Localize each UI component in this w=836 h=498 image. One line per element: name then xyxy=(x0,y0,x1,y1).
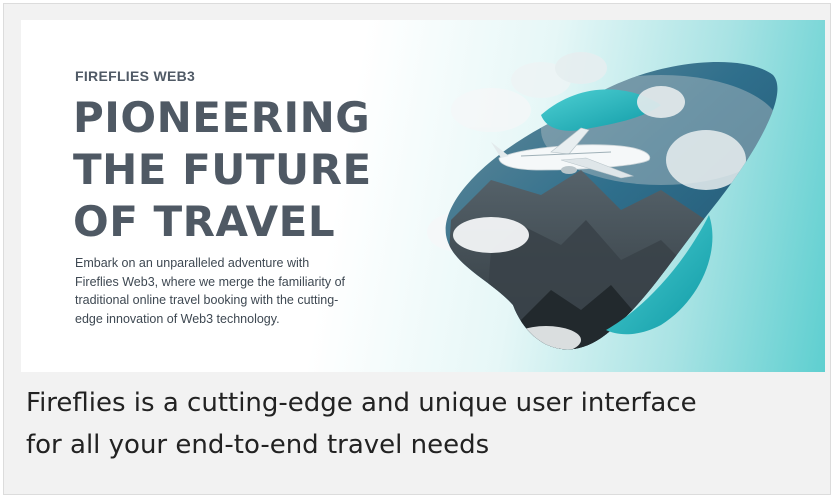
brand-eyebrow: FIREFLIES WEB3 xyxy=(75,68,196,84)
description-line: traditional online travel booking with t… xyxy=(75,293,339,307)
headline-line: PIONEERING xyxy=(73,93,371,142)
image-caption: Fireflies is a cutting-edge and unique u… xyxy=(26,382,816,466)
description-line: Embark on an unparalleled adventure with xyxy=(75,256,310,270)
headline-line: THE FUTURE xyxy=(73,145,372,194)
headline-line: OF TRAVEL xyxy=(73,197,336,246)
image-card: FIREFLIES WEB3 PIONEERING THE FUTURE OF … xyxy=(3,3,831,495)
description-line: edge innovation of Web3 technology. xyxy=(75,311,280,326)
description-line: Fireflies Web3, where we merge the famil… xyxy=(75,274,346,289)
hero-headline: PIONEERING THE FUTURE OF TRAVEL xyxy=(73,92,372,248)
caption-line: Fireflies is a cutting-edge and unique u… xyxy=(26,388,697,418)
hero-banner: FIREFLIES WEB3 PIONEERING THE FUTURE OF … xyxy=(21,20,825,372)
caption-line: for all your end-to-end travel needs xyxy=(26,430,490,460)
hero-description: Embark on an unparalleled adventure with… xyxy=(75,254,375,328)
